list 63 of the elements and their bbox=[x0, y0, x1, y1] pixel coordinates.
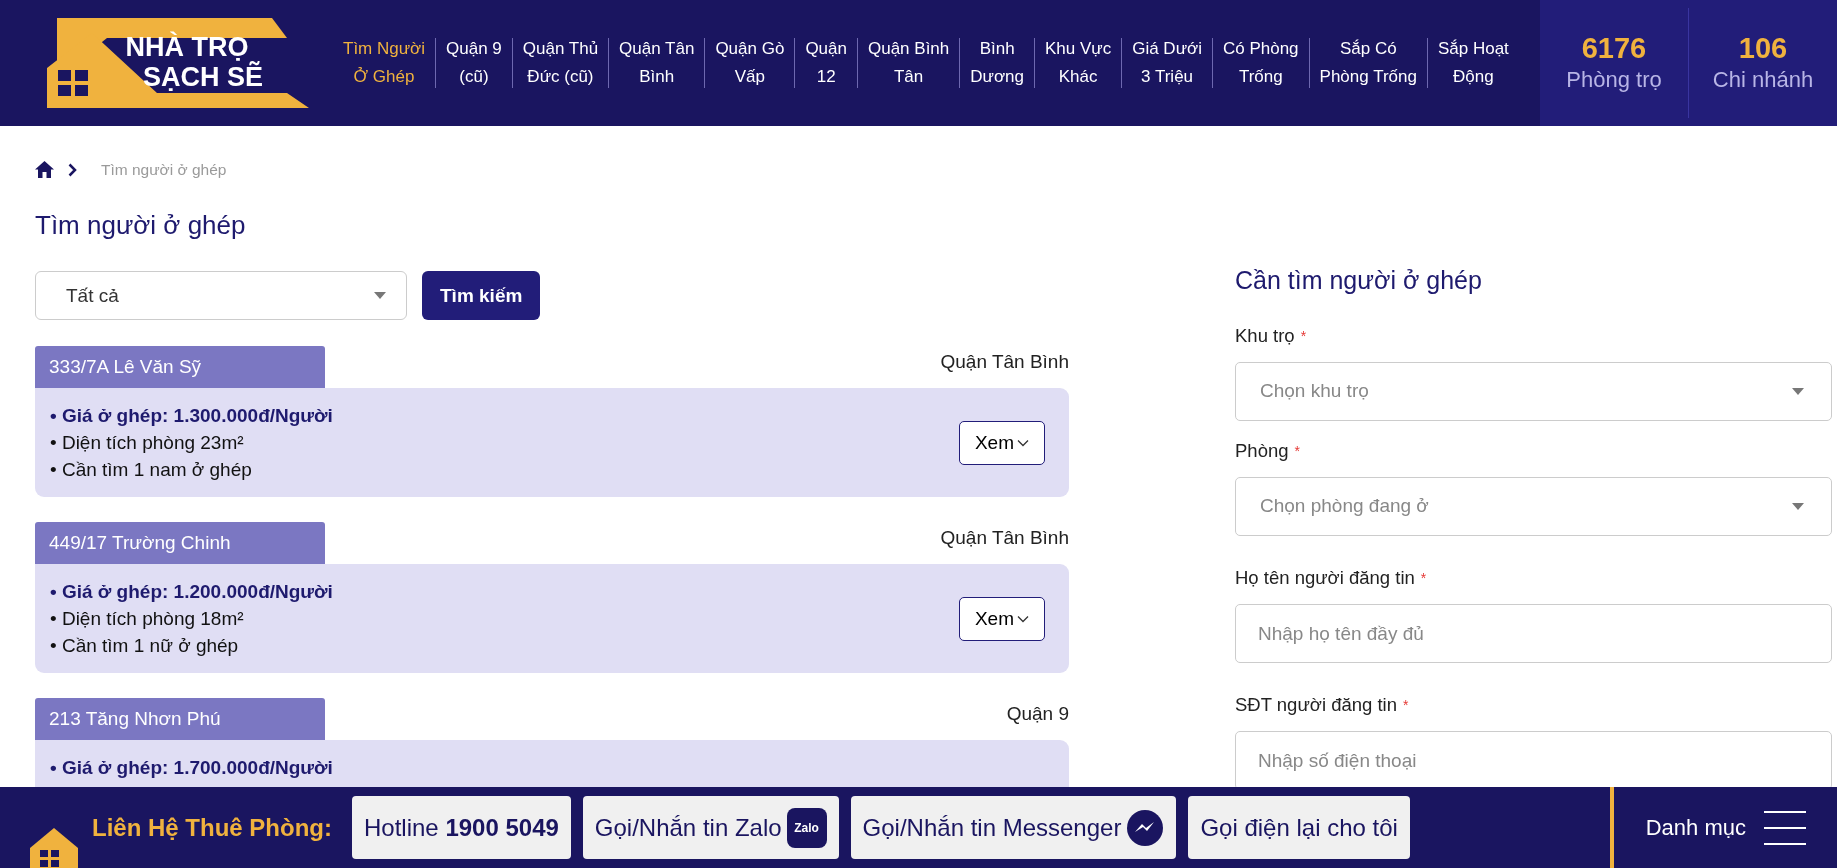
dropdown-caret-icon bbox=[374, 292, 386, 300]
listing-detail: • Giá ở ghép: 1.700.000đ/Người bbox=[50, 756, 333, 781]
nav-link[interactable]: Khu Vực Khác bbox=[1035, 35, 1122, 91]
zalo-icon: Zalo bbox=[786, 807, 827, 848]
listing-detail: • Diện tích phòng 18m² bbox=[50, 607, 245, 632]
dropdown-caret-icon bbox=[1792, 503, 1804, 510]
nav-link[interactable]: Quận Gò Vấp bbox=[705, 35, 795, 91]
nav-link[interactable]: Bình Dương bbox=[960, 35, 1034, 91]
listing-district: Quận Tân Bình bbox=[940, 526, 1069, 551]
field-label: Phòng * bbox=[1235, 439, 1301, 463]
stat-label: Chi nhánh bbox=[1712, 66, 1814, 94]
input-field[interactable]: Nhập số điện thoại bbox=[1235, 731, 1832, 787]
breadcrumb-current: Tìm người ở ghép bbox=[101, 160, 227, 180]
listing-district: Quận Tân Bình bbox=[940, 350, 1069, 375]
menu-label[interactable]: Danh mục bbox=[1645, 811, 1746, 844]
input-field[interactable]: Nhập họ tên đầy đủ bbox=[1235, 604, 1832, 663]
chevron-right-icon bbox=[68, 162, 77, 177]
listing-detail: • Giá ở ghép: 1.300.000đ/Người bbox=[50, 404, 333, 429]
stat-value: 106 bbox=[1738, 31, 1788, 65]
nav-link[interactable]: Tìm Người Ở Ghép bbox=[333, 35, 436, 91]
contact-button[interactable]: Gọi/Nhắn tin Zalo Zalo bbox=[582, 796, 839, 859]
field-label: SĐT người đăng tin * bbox=[1235, 693, 1410, 717]
listing-district: Quận 9 bbox=[1006, 702, 1069, 727]
home-icon[interactable] bbox=[35, 161, 54, 179]
view-button[interactable]: Xem bbox=[958, 420, 1045, 465]
nav-link[interactable]: Quận 9 (cũ) bbox=[436, 35, 512, 91]
listing-detail: • Diện tích phòng 23m² bbox=[50, 431, 245, 456]
menu-icon[interactable] bbox=[1764, 810, 1806, 845]
listing-address-tab[interactable]: 333/7A Lê Văn Sỹ bbox=[35, 346, 325, 389]
stat-label: Phòng trọ bbox=[1566, 66, 1662, 94]
stat-value: 6176 bbox=[1581, 31, 1647, 65]
page-title: Tìm người ở ghép bbox=[35, 209, 247, 242]
listing-detail: • Cần tìm 1 nam ở ghép bbox=[50, 458, 253, 483]
nav-link[interactable]: Sắp Hoạt Động bbox=[1427, 35, 1519, 91]
chevron-down-icon bbox=[1017, 438, 1029, 447]
listing-detail: • Cần tìm 1 nữ ở ghép bbox=[50, 634, 240, 659]
field-label: Họ tên người đăng tin * bbox=[1235, 566, 1428, 590]
nav-link[interactable]: Quận 12 bbox=[795, 35, 857, 91]
listing-address-tab[interactable]: 449/17 Trường Chinh bbox=[35, 522, 325, 565]
logo-text: NHÀ TRỌ SẠCH SẼ bbox=[124, 32, 264, 92]
contact-button[interactable]: Gọi/Nhắn tin Messenger bbox=[850, 796, 1177, 859]
nav-link[interactable]: Giá Dưới 3 Triệu bbox=[1122, 35, 1212, 91]
nav-link[interactable]: Quận Tân Bình bbox=[609, 35, 705, 91]
view-button[interactable]: Xem bbox=[958, 596, 1045, 641]
nav-link[interactable]: Sắp Có Phòng Trống bbox=[1309, 35, 1427, 91]
area-select[interactable]: Tất cả bbox=[35, 271, 407, 321]
select-field[interactable]: Chọn khu trọ bbox=[1235, 362, 1832, 421]
messenger-icon bbox=[1126, 808, 1165, 847]
field-label: Khu trọ * bbox=[1235, 324, 1308, 348]
nav-link[interactable]: Quận Bình Tân bbox=[858, 35, 960, 91]
nav-link[interactable]: Có Phòng Trống bbox=[1212, 35, 1309, 91]
house-logo-drawing[interactable] bbox=[47, 18, 309, 108]
listing-address-tab[interactable]: 213 Tăng Nhơn Phú bbox=[35, 698, 325, 741]
contact-button[interactable]: Hotline 1900 5049 bbox=[352, 796, 571, 859]
contact-button[interactable]: Gọi điện lại cho tôi bbox=[1188, 796, 1410, 859]
chevron-down-icon bbox=[1017, 614, 1029, 623]
dropdown-caret-icon bbox=[1792, 388, 1804, 395]
listing-detail: • Giá ở ghép: 1.200.000đ/Người bbox=[50, 580, 333, 605]
search-button[interactable]: Tìm kiếm bbox=[422, 271, 541, 321]
select-field[interactable]: Chọn phòng đang ở bbox=[1235, 477, 1832, 536]
nav-link[interactable]: Quận Thủ Đức (cũ) bbox=[512, 35, 609, 91]
form-title: Cần tìm người ở ghép bbox=[1235, 265, 1483, 296]
contact-label: Liên Hệ Thuê Phòng: bbox=[92, 812, 332, 843]
